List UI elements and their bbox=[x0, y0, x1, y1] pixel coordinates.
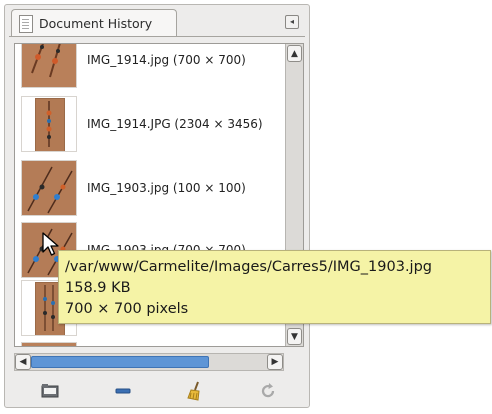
horizontal-scrollbar[interactable]: ◀ ▶ bbox=[14, 353, 284, 371]
broom-icon bbox=[187, 381, 200, 401]
list-item[interactable]: IMG_1903.jpg (100 × 100) bbox=[21, 158, 285, 218]
scroll-down-button[interactable]: ▼ bbox=[287, 328, 302, 345]
open-folder-icon bbox=[41, 384, 59, 398]
tab-menu-button[interactable]: ◂ bbox=[285, 15, 299, 29]
clear-history-button[interactable] bbox=[176, 376, 214, 406]
tab-menu-icon: ◂ bbox=[289, 17, 294, 26]
list-item[interactable]: IMG_1914.jpg (700 × 700) bbox=[21, 44, 285, 90]
image-info-tooltip: /var/www/Carmelite/Images/Carres5/IMG_19… bbox=[58, 250, 491, 324]
list-item-label: IMG_1903.jpg (100 × 100) bbox=[87, 181, 246, 195]
chevron-right-icon: ▶ bbox=[271, 357, 279, 367]
chevron-up-icon: ▲ bbox=[291, 48, 298, 59]
minus-icon bbox=[115, 388, 131, 394]
image-thumbnail bbox=[21, 160, 77, 216]
mouse-pointer-icon bbox=[42, 232, 59, 256]
horizontal-scroll-thumb[interactable] bbox=[31, 356, 209, 368]
tab-divider bbox=[9, 36, 305, 37]
open-image-button[interactable] bbox=[31, 376, 69, 406]
remove-entry-button[interactable] bbox=[104, 376, 142, 406]
dock-button-bar bbox=[14, 373, 304, 409]
tooltip-file-path: /var/www/Carmelite/Images/Carres5/IMG_19… bbox=[65, 259, 432, 275]
reload-icon bbox=[261, 383, 274, 398]
image-thumbnail bbox=[21, 44, 77, 88]
chevron-left-icon: ◀ bbox=[19, 357, 27, 367]
tooltip-file-size: 158.9 KB bbox=[65, 280, 131, 296]
scroll-up-button[interactable]: ▲ bbox=[287, 45, 302, 62]
image-thumbnail bbox=[21, 342, 77, 346]
document-icon bbox=[19, 14, 33, 33]
tooltip-dimensions: 700 × 700 pixels bbox=[65, 301, 189, 317]
chevron-down-icon: ▼ bbox=[291, 331, 298, 342]
list-item[interactable] bbox=[21, 340, 285, 346]
document-history-dock: Document History ◂ IMG_1914.jpg (700 × 7… bbox=[4, 4, 310, 408]
scroll-left-button[interactable]: ◀ bbox=[15, 354, 31, 370]
list-item-label: IMG_1914.jpg (700 × 700) bbox=[87, 53, 246, 67]
list-item-label: IMG_1914.JPG (2304 × 3456) bbox=[87, 117, 263, 131]
image-thumbnail bbox=[21, 96, 77, 152]
scroll-right-button[interactable]: ▶ bbox=[267, 354, 283, 370]
list-item[interactable]: IMG_1914.JPG (2304 × 3456) bbox=[21, 94, 285, 154]
tab-label: Document History bbox=[39, 16, 153, 31]
tab-document-history[interactable]: Document History bbox=[11, 9, 177, 37]
recreate-preview-button[interactable] bbox=[249, 376, 287, 406]
